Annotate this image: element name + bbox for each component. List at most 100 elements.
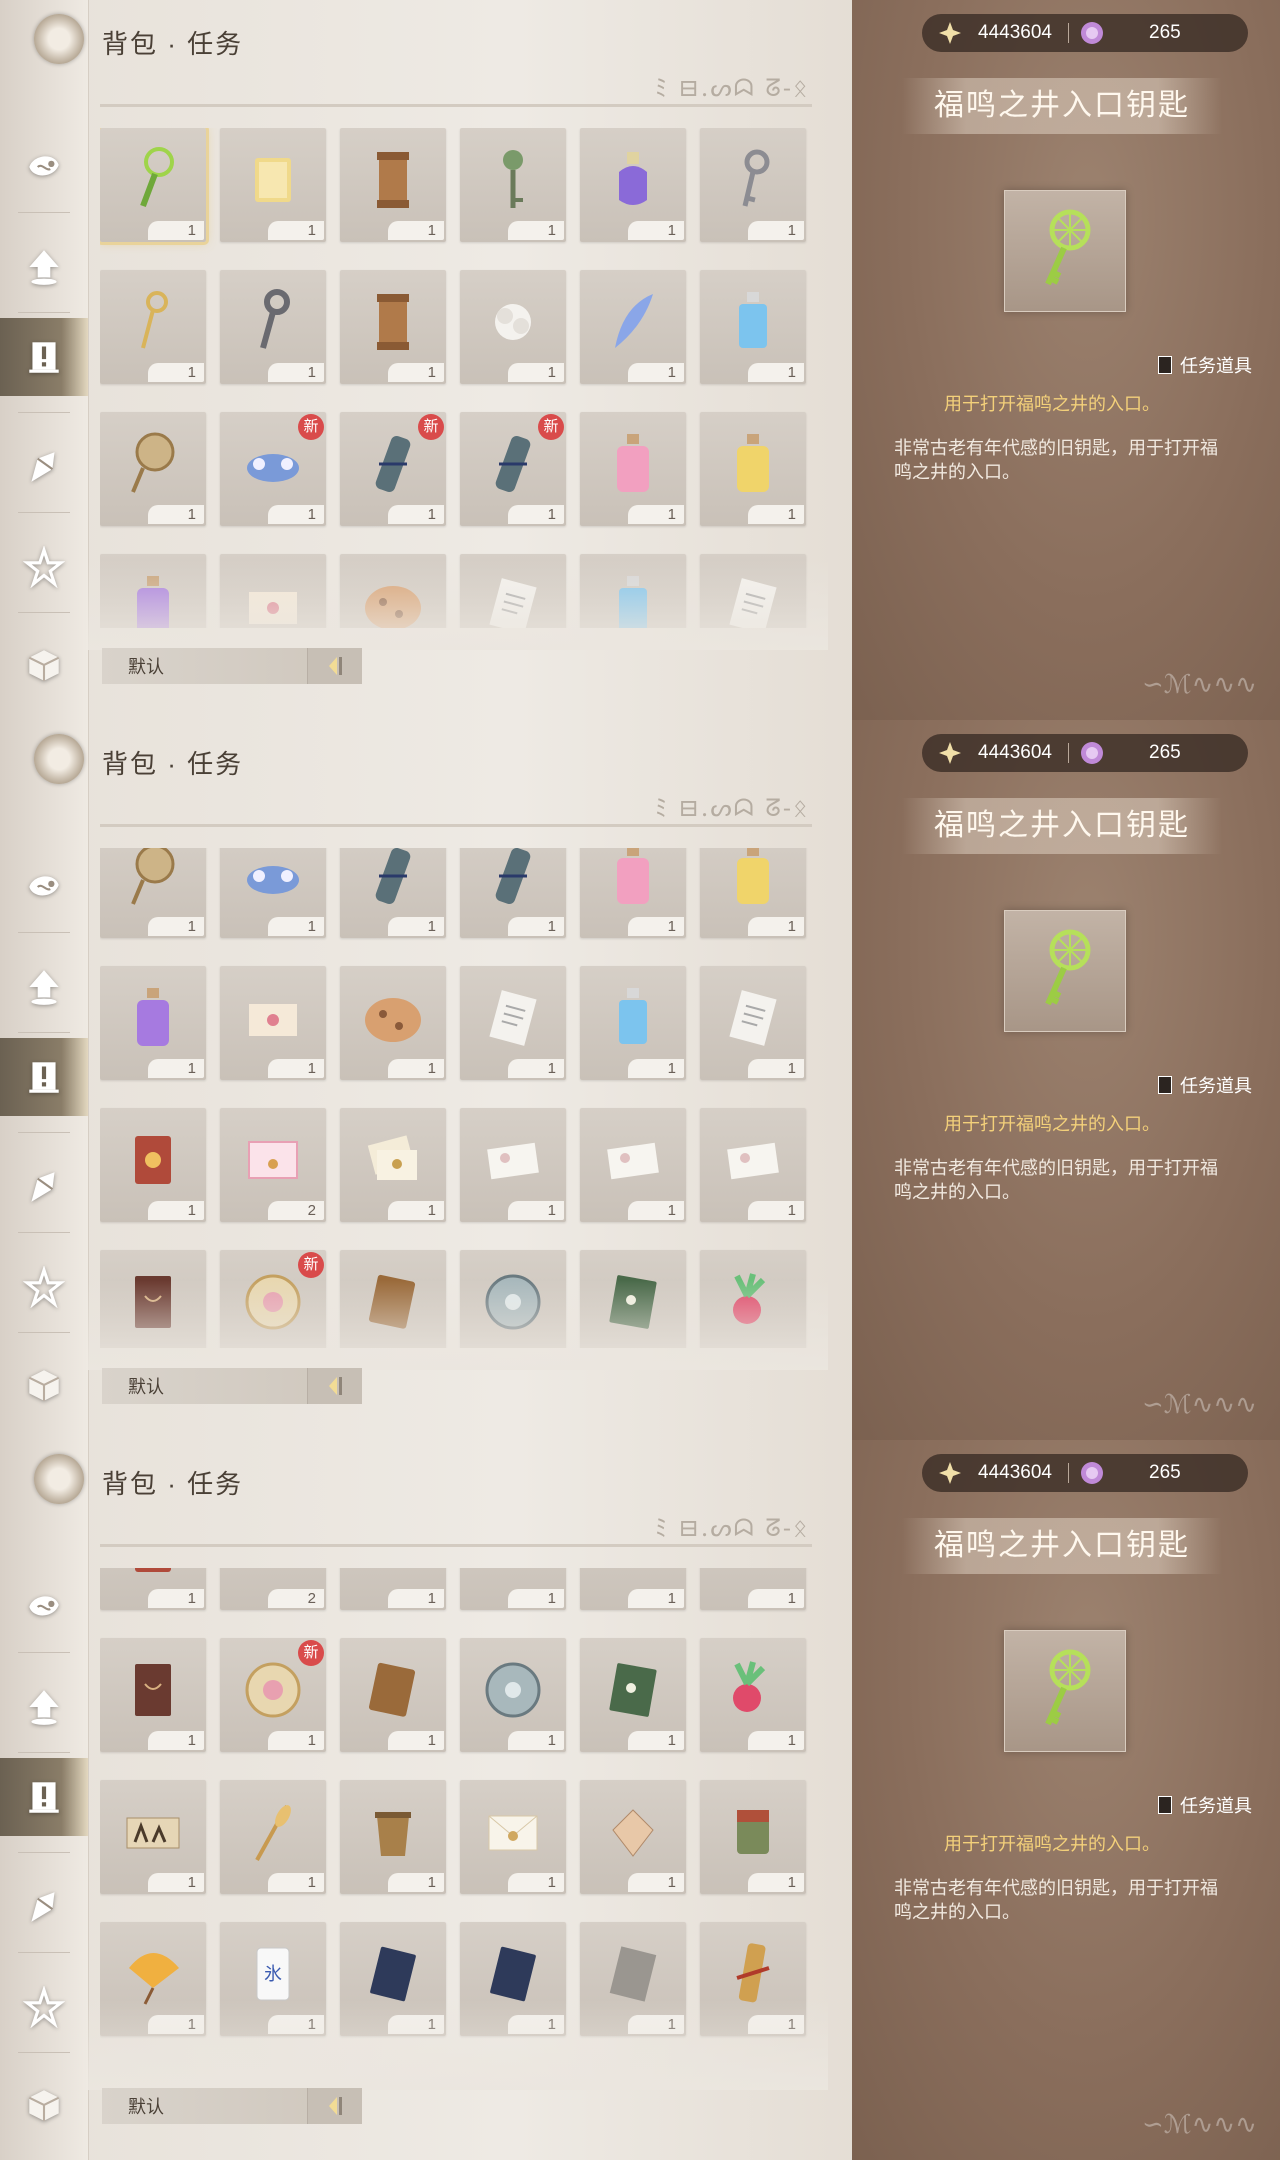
inventory-item-cell[interactable]: 1: [460, 1568, 566, 1610]
inventory-item-cell[interactable]: 1: [100, 1780, 206, 1894]
inventory-item-cell[interactable]: 1: [700, 1568, 806, 1610]
inventory-item-cell[interactable]: 1: [220, 1780, 326, 1894]
inventory-item-cell[interactable]: 1: [340, 1780, 446, 1894]
inventory-item-cell[interactable]: 1: [460, 270, 566, 384]
inventory-item-cell[interactable]: 1: [580, 1638, 686, 1752]
inventory-item-cell[interactable]: 1: [700, 848, 806, 938]
inventory-item-cell[interactable]: 1: [100, 128, 209, 245]
inventory-item-cell[interactable]: 1新: [220, 1638, 326, 1752]
inventory-item-cell[interactable]: 1: [460, 1638, 566, 1752]
inventory-item-cell[interactable]: 1: [580, 966, 686, 1080]
inventory-item-cell[interactable]: 1: [700, 1780, 806, 1894]
inventory-item-cell[interactable]: 1: [460, 848, 566, 938]
sidebar-tab-fish[interactable]: [0, 1568, 88, 1646]
item-count: 1: [508, 1589, 564, 1608]
sort-dropdown[interactable]: 默认: [102, 2088, 362, 2124]
inventory-item-cell[interactable]: 1: [100, 966, 206, 1080]
sort-dropdown[interactable]: 默认: [102, 1368, 362, 1404]
inventory-screen: 背包 · 任务 ﾐ ⊟.ᔕᗣ ᘔ-ᛟ 11111111111111新1新1新11…: [0, 0, 1280, 720]
back-emblem-icon[interactable]: [34, 734, 84, 784]
sidebar-tab-box[interactable]: [0, 1346, 88, 1424]
sidebar-tab-fish[interactable]: [0, 128, 88, 206]
item-count: 1: [508, 1873, 564, 1892]
pot-icon: [363, 1796, 423, 1868]
item-count: 1: [148, 1589, 204, 1608]
sidebar-tab-star[interactable]: [0, 1968, 88, 2046]
sidebar-tab-upgrade[interactable]: [0, 228, 88, 306]
inventory-item-cell[interactable]: 1: [100, 1568, 206, 1610]
item-count: 1: [628, 1201, 684, 1220]
inventory-item-cell[interactable]: 1: [580, 1568, 686, 1610]
sort-toggle-button[interactable]: [307, 1368, 362, 1404]
item-count: 1: [628, 221, 684, 240]
item-grid[interactable]: 11111111111111新1新1新11: [100, 128, 820, 628]
sidebar-tab-upgrade[interactable]: [0, 1668, 88, 1746]
inventory-item-cell[interactable]: 1: [700, 128, 806, 242]
inventory-item-cell[interactable]: 1: [220, 848, 326, 938]
inventory-item-cell[interactable]: 1: [580, 412, 686, 526]
sidebar-tab-quest[interactable]: [0, 318, 88, 396]
sidebar-tab-crystal[interactable]: [0, 428, 88, 506]
inventory-item-cell[interactable]: 1: [580, 128, 686, 242]
inventory-item-cell[interactable]: 1: [100, 848, 206, 938]
inventory-item-cell[interactable]: 1: [220, 270, 326, 384]
inventory-item-cell[interactable]: 1: [580, 848, 686, 938]
sidebar-tab-star[interactable]: [0, 528, 88, 606]
gold-star-icon: [939, 1462, 961, 1484]
inventory-item-cell[interactable]: 1: [580, 1108, 686, 1222]
inventory-item-cell[interactable]: 1: [460, 1108, 566, 1222]
inventory-item-cell[interactable]: 1: [700, 1638, 806, 1752]
sort-dropdown[interactable]: 默认: [102, 648, 362, 684]
inventory-item-cell[interactable]: 1: [100, 270, 206, 384]
inventory-item-cell[interactable]: 1: [340, 966, 446, 1080]
white-card-icon: [603, 1124, 663, 1196]
inventory-item-cell[interactable]: 1新: [220, 412, 326, 526]
inventory-item-cell[interactable]: 1: [460, 1780, 566, 1894]
hand-mirror-icon: [123, 428, 183, 500]
inventory-item-cell[interactable]: 1: [340, 848, 446, 938]
inventory-item-cell[interactable]: 1: [340, 270, 446, 384]
inventory-item-cell[interactable]: 1: [460, 966, 566, 1080]
inventory-item-cell[interactable]: 1: [340, 128, 446, 242]
inventory-item-cell[interactable]: 1: [700, 966, 806, 1080]
item-count: 1: [148, 1873, 204, 1892]
inventory-item-cell[interactable]: 1: [100, 412, 206, 526]
inventory-item-cell[interactable]: 1: [340, 1568, 446, 1610]
inventory-item-cell[interactable]: 1: [220, 128, 326, 242]
sort-toggle-button[interactable]: [307, 2088, 362, 2124]
inventory-item-cell[interactable]: 1: [460, 128, 566, 242]
item-grid[interactable]: 12111111新11111111111氷11111: [100, 1568, 820, 2068]
inventory-item-cell[interactable]: 2: [220, 1568, 326, 1610]
sidebar-tab-upgrade[interactable]: [0, 948, 88, 1026]
new-badge: 新: [418, 414, 444, 440]
sidebar-tab-box[interactable]: [0, 2066, 88, 2144]
inventory-item-cell[interactable]: 1: [100, 1108, 206, 1222]
sidebar-tab-quest[interactable]: [0, 1758, 88, 1836]
leather-book-icon: [363, 1654, 423, 1726]
sidebar-tab-star[interactable]: [0, 1248, 88, 1326]
sidebar-tab-crystal[interactable]: [0, 1148, 88, 1226]
inventory-item-cell[interactable]: 1: [580, 1780, 686, 1894]
inventory-item-cell[interactable]: 1: [340, 1108, 446, 1222]
inventory-item-cell[interactable]: 1: [220, 966, 326, 1080]
sidebar-tab-fish[interactable]: [0, 848, 88, 926]
red-book-icon: [123, 1124, 183, 1196]
inventory-item-cell[interactable]: 1: [340, 1638, 446, 1752]
inventory-item-cell[interactable]: 1新: [460, 412, 566, 526]
sidebar-tab-crystal[interactable]: [0, 1868, 88, 1946]
sidebar-tab-box[interactable]: [0, 626, 88, 704]
back-emblem-icon[interactable]: [34, 14, 84, 64]
back-emblem-icon[interactable]: [34, 1454, 84, 1504]
item-grid[interactable]: 1 1 1 1 1 1 1 1 1 1 1 1 1 2 1 1 1 1 新: [100, 848, 820, 1348]
inventory-item-cell[interactable]: 1: [580, 270, 686, 384]
inventory-item-cell[interactable]: 1: [700, 270, 806, 384]
inventory-item-cell[interactable]: 1: [700, 412, 806, 526]
item-count: 1: [148, 363, 204, 382]
inventory-item-cell[interactable]: 1: [100, 1638, 206, 1752]
inventory-item-cell[interactable]: 1新: [340, 412, 446, 526]
sort-toggle-button[interactable]: [307, 648, 362, 684]
inventory-item-cell[interactable]: 1: [700, 1108, 806, 1222]
sort-arrow-icon: [329, 657, 342, 675]
sidebar-tab-quest[interactable]: [0, 1038, 88, 1116]
inventory-item-cell[interactable]: 2: [220, 1108, 326, 1222]
